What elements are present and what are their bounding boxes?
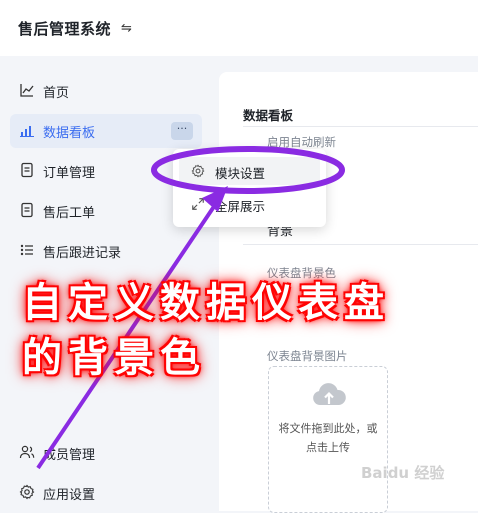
highlight-ellipse bbox=[151, 146, 345, 194]
annotation-overlay bbox=[36, 146, 345, 470]
annotation-text-line1: 自定义数据仪表盘 bbox=[22, 280, 390, 326]
annotation-text-line2: 的背景色 bbox=[22, 335, 206, 381]
watermark: Baidu 经验 bbox=[361, 464, 445, 482]
